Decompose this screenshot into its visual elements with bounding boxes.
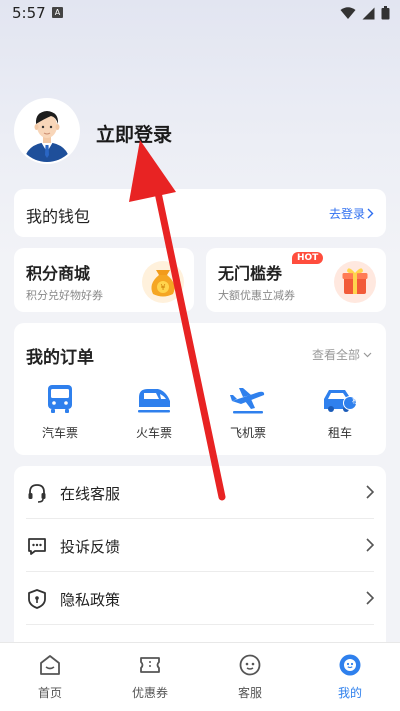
battery-icon xyxy=(381,6,390,20)
gift-box-icon xyxy=(334,261,376,303)
status-bar: 5:57 A xyxy=(0,0,400,28)
profile-icon xyxy=(339,654,361,676)
chevron-right-icon xyxy=(366,485,374,499)
wallet-title: 我的钱包 xyxy=(26,207,91,226)
wallet-card[interactable]: 我的钱包 去登录 xyxy=(14,189,386,237)
svg-text:¥: ¥ xyxy=(160,283,165,292)
default-avatar-icon xyxy=(16,100,78,162)
status-indicators xyxy=(340,6,390,20)
view-all-orders-link[interactable]: 查看全部 xyxy=(312,346,372,363)
service-face-icon xyxy=(239,654,261,676)
tab-label: 首页 xyxy=(37,686,62,700)
menu-item-complaint-feedback[interactable]: 投诉反馈 xyxy=(14,519,386,572)
tab-coupons[interactable]: 优惠券 xyxy=(100,653,200,701)
chevron-right-icon xyxy=(367,208,374,219)
login-button[interactable]: 立即登录 xyxy=(96,120,172,147)
order-item-label: 租车 xyxy=(327,426,352,440)
hot-badge: HOT xyxy=(292,252,324,264)
airplane-icon xyxy=(230,388,265,414)
promo-subtitle: 大额优惠立减券 xyxy=(218,289,295,302)
headset-icon xyxy=(28,484,46,503)
promo-title: 无门槛券 xyxy=(218,264,283,283)
divider xyxy=(26,624,374,625)
order-item-label: 飞机票 xyxy=(229,426,266,440)
menu-item-label: 在线客服 xyxy=(60,485,121,503)
order-car-rental[interactable]: 租 租车 xyxy=(300,383,380,441)
tab-label: 客服 xyxy=(237,686,262,700)
view-all-label: 查看全部 xyxy=(311,348,360,362)
tab-home[interactable]: 首页 xyxy=(0,653,100,701)
money-bag-icon: ¥ xyxy=(142,261,184,303)
order-train-ticket[interactable]: 火车票 xyxy=(114,383,194,441)
rental-badge-text: 租 xyxy=(352,396,360,405)
my-orders-card: 我的订单 查看全部 汽车票 火车票 飞机票 租 租车 xyxy=(14,323,386,455)
menu-item-label: 投诉反馈 xyxy=(60,538,121,556)
menu-item-privacy-policy[interactable]: 隐私政策 xyxy=(14,572,386,625)
wallet-login-link[interactable]: 去登录 xyxy=(329,205,374,222)
order-item-label: 汽车票 xyxy=(41,426,78,440)
chevron-right-icon xyxy=(366,538,374,552)
tab-profile[interactable]: 我的 xyxy=(300,653,400,701)
orders-title: 我的订单 xyxy=(26,348,94,368)
bus-icon xyxy=(48,385,72,413)
avatar[interactable] xyxy=(16,100,78,162)
menu-item-online-service[interactable]: 在线客服 xyxy=(14,466,386,519)
bottom-tab-bar: 首页 优惠券 客服 我的 xyxy=(0,642,400,711)
signal-icon xyxy=(362,7,375,19)
chat-bubble-icon xyxy=(28,538,46,555)
promo-title: 积分商城 xyxy=(26,264,91,283)
shield-icon xyxy=(28,589,46,609)
wallet-login-label: 去登录 xyxy=(328,207,365,221)
wifi-icon xyxy=(340,6,356,19)
tab-customer-service[interactable]: 客服 xyxy=(200,653,300,701)
order-bus-ticket[interactable]: 汽车票 xyxy=(20,383,100,441)
coupon-icon xyxy=(140,657,160,673)
promo-subtitle: 积分兑好物好券 xyxy=(26,289,103,302)
order-item-label: 火车票 xyxy=(135,426,172,440)
chevron-right-icon xyxy=(366,591,374,605)
notification-icon: A xyxy=(52,7,63,18)
menu-item-label: 隐私政策 xyxy=(60,591,121,609)
no-threshold-coupon-card[interactable]: 无门槛券 HOT 大额优惠立减券 xyxy=(206,248,386,312)
points-mall-card[interactable]: 积分商城 积分兑好物好券 ¥ xyxy=(14,248,194,312)
chevron-down-icon xyxy=(363,352,372,357)
home-icon xyxy=(40,655,60,675)
train-icon xyxy=(138,389,170,413)
service-menu-card: 在线客服 投诉反馈 隐私政策 xyxy=(14,466,386,656)
tab-label: 我的 xyxy=(337,686,362,700)
order-flight-ticket[interactable]: 飞机票 xyxy=(208,383,288,441)
status-time: 5:57 xyxy=(12,4,46,22)
tab-label: 优惠券 xyxy=(131,686,168,700)
